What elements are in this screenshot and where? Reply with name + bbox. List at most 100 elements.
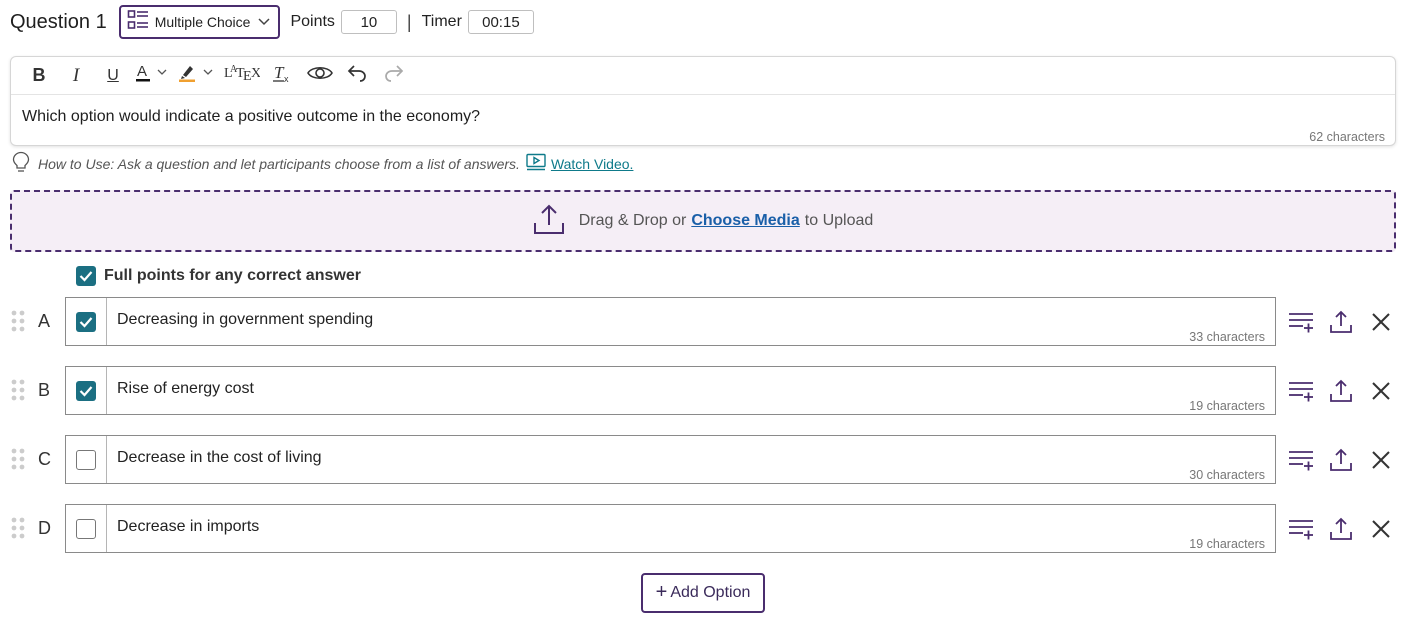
option-actions	[1287, 308, 1407, 336]
choose-media-link[interactable]: Choose Media	[691, 212, 799, 230]
option-checkbox-cell	[66, 505, 107, 552]
drag-handle-icon[interactable]	[10, 378, 26, 407]
clear-format-button[interactable]: T x	[269, 62, 297, 90]
add-feedback-icon[interactable]	[1287, 515, 1315, 543]
drag-handle-icon[interactable]	[10, 516, 26, 545]
eye-icon	[307, 64, 333, 87]
close-icon[interactable]	[1367, 446, 1395, 474]
upload-icon[interactable]	[1327, 377, 1355, 405]
timer-label: Timer	[421, 13, 462, 30]
option-input[interactable]: Rise of energy cost 19 characters	[65, 366, 1276, 415]
plus-icon: +	[655, 580, 668, 603]
add-feedback-icon[interactable]	[1287, 446, 1315, 474]
answer-option: C Decrease in the cost of living 30 char…	[0, 435, 1410, 485]
multiple-choice-icon	[127, 9, 149, 36]
answer-option: A Decreasing in government spending 33 c…	[0, 297, 1410, 347]
question-type-label: Multiple Choice	[154, 14, 251, 30]
answer-option: D Decrease in imports 19 characters	[0, 504, 1410, 554]
svg-text:X: X	[251, 66, 260, 81]
video-icon[interactable]	[526, 153, 546, 174]
drag-handle-icon[interactable]	[10, 309, 26, 338]
upload-suffix-text: to Upload	[804, 212, 874, 229]
option-checkbox-cell	[66, 367, 107, 414]
option-text[interactable]: Rise of energy cost	[117, 380, 254, 398]
redo-button[interactable]	[380, 62, 408, 90]
option-checkbox-cell	[66, 436, 107, 483]
question-char-count: 62 characters	[1309, 130, 1385, 144]
option-actions	[1287, 446, 1407, 474]
option-char-count: 19 characters	[1189, 537, 1265, 551]
question-editor: B I U A L A T E X T x Which option would…	[10, 56, 1396, 146]
highlighter-icon	[179, 63, 215, 88]
chevron-down-icon	[258, 13, 270, 31]
timer-input[interactable]	[467, 10, 534, 34]
svg-text:A: A	[137, 63, 147, 80]
editor-toolbar: B I U A L A T E X T x	[11, 57, 1395, 95]
option-letter: B	[38, 380, 51, 400]
close-icon[interactable]	[1367, 377, 1395, 405]
option-actions	[1287, 515, 1407, 543]
clear-format-icon: T x	[272, 63, 294, 88]
option-text[interactable]: Decrease in imports	[117, 518, 259, 536]
option-checkbox-cell	[66, 298, 107, 345]
text-color-icon: A	[136, 63, 170, 88]
option-letter: D	[38, 518, 51, 538]
how-to-use-hint: How to Use: Ask a question and let parti…	[12, 151, 633, 176]
hint-text: How to Use: Ask a question and let parti…	[38, 155, 520, 172]
upload-prefix-text: Drag & Drop or	[578, 212, 687, 229]
close-icon[interactable]	[1367, 308, 1395, 336]
question-type-select[interactable]: Multiple Choice	[118, 5, 281, 39]
media-upload-zone[interactable]: Drag & Drop or Choose Media to Upload	[10, 190, 1396, 252]
redo-icon	[384, 64, 404, 87]
add-option-label: Add Option	[670, 584, 751, 601]
add-feedback-icon[interactable]	[1287, 377, 1315, 405]
watch-video-link[interactable]: Watch Video.	[551, 156, 634, 172]
upload-icon	[533, 203, 565, 240]
option-text[interactable]: Decreasing in government spending	[117, 311, 373, 329]
lightbulb-icon	[12, 151, 30, 176]
option-input[interactable]: Decrease in imports 19 characters	[65, 504, 1276, 553]
bold-button[interactable]: B	[25, 62, 53, 90]
option-char-count: 30 characters	[1189, 468, 1265, 482]
answer-option: B Rise of energy cost 19 characters	[0, 366, 1410, 416]
close-icon[interactable]	[1367, 515, 1395, 543]
svg-text:x: x	[284, 74, 289, 83]
option-input[interactable]: Decrease in the cost of living 30 charac…	[65, 435, 1276, 484]
upload-icon[interactable]	[1327, 308, 1355, 336]
add-option-button[interactable]: + Add Option	[641, 573, 765, 613]
correct-answer-checkbox[interactable]	[76, 380, 96, 401]
highlight-button[interactable]	[179, 62, 215, 90]
option-text[interactable]: Decrease in the cost of living	[117, 449, 322, 467]
option-input[interactable]: Decreasing in government spending 33 cha…	[65, 297, 1276, 346]
points-input[interactable]	[340, 10, 397, 34]
question-header: Question 1 Multiple Choice Points | Time…	[10, 5, 534, 39]
undo-icon	[347, 64, 367, 87]
svg-text:E: E	[243, 69, 251, 83]
italic-button[interactable]: I	[62, 62, 90, 90]
preview-button[interactable]	[306, 62, 334, 90]
undo-button[interactable]	[343, 62, 371, 90]
upload-icon[interactable]	[1327, 515, 1355, 543]
option-actions	[1287, 377, 1407, 405]
points-label: Points	[290, 13, 335, 30]
correct-answer-checkbox[interactable]	[76, 449, 96, 470]
question-text[interactable]: Which option would indicate a positive o…	[11, 95, 1395, 126]
option-letter: A	[38, 311, 51, 331]
drag-handle-icon[interactable]	[10, 447, 26, 476]
underline-button[interactable]: U	[99, 62, 127, 90]
full-points-toggle: Full points for any correct answer	[76, 266, 361, 286]
option-letter: C	[38, 449, 51, 469]
question-title: Question 1	[10, 10, 107, 33]
correct-answer-checkbox[interactable]	[76, 311, 96, 332]
add-feedback-icon[interactable]	[1287, 308, 1315, 336]
latex-button[interactable]: L A T E X	[224, 62, 262, 90]
option-char-count: 19 characters	[1189, 399, 1265, 413]
option-char-count: 33 characters	[1189, 330, 1265, 344]
correct-answer-checkbox[interactable]	[76, 518, 96, 539]
full-points-checkbox[interactable]	[76, 266, 96, 286]
latex-icon: L A T E X	[224, 63, 262, 88]
header-separator: |	[406, 11, 412, 32]
upload-icon[interactable]	[1327, 446, 1355, 474]
text-color-button[interactable]: A	[136, 62, 170, 90]
full-points-label: Full points for any correct answer	[104, 267, 361, 284]
